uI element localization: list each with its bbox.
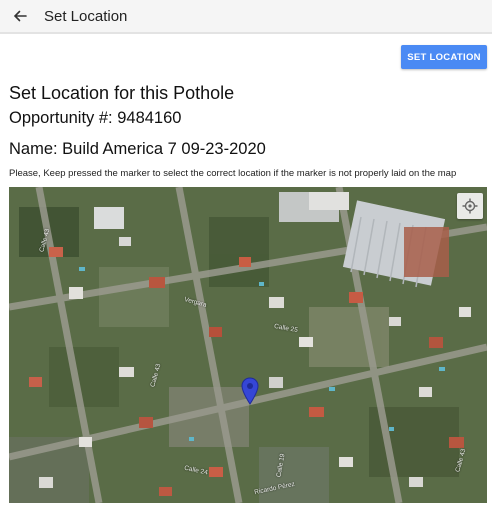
set-location-button[interactable]: SET LOCATION [401,45,487,69]
page-title: Set Location for this Pothole [9,83,235,103]
back-button[interactable] [2,0,38,32]
my-location-button[interactable] [457,193,483,219]
crosshair-icon [462,198,478,214]
opportunity-name: Name: Build America 7 09-23-2020 [9,140,266,158]
app-bar: Set Location [0,0,492,34]
map-pin-icon [241,377,259,405]
opportunity-number: Opportunity #: 9484160 [9,109,182,127]
app-bar-title: Set Location [44,7,128,25]
satellite-map[interactable]: Calle 43 Vergara Calle 25 Calle 43 Calle… [9,187,487,503]
instruction-text: Please, Keep pressed the marker to selec… [9,168,457,179]
location-marker[interactable] [241,377,259,405]
map-imagery [9,187,487,503]
arrow-left-icon [13,10,27,22]
